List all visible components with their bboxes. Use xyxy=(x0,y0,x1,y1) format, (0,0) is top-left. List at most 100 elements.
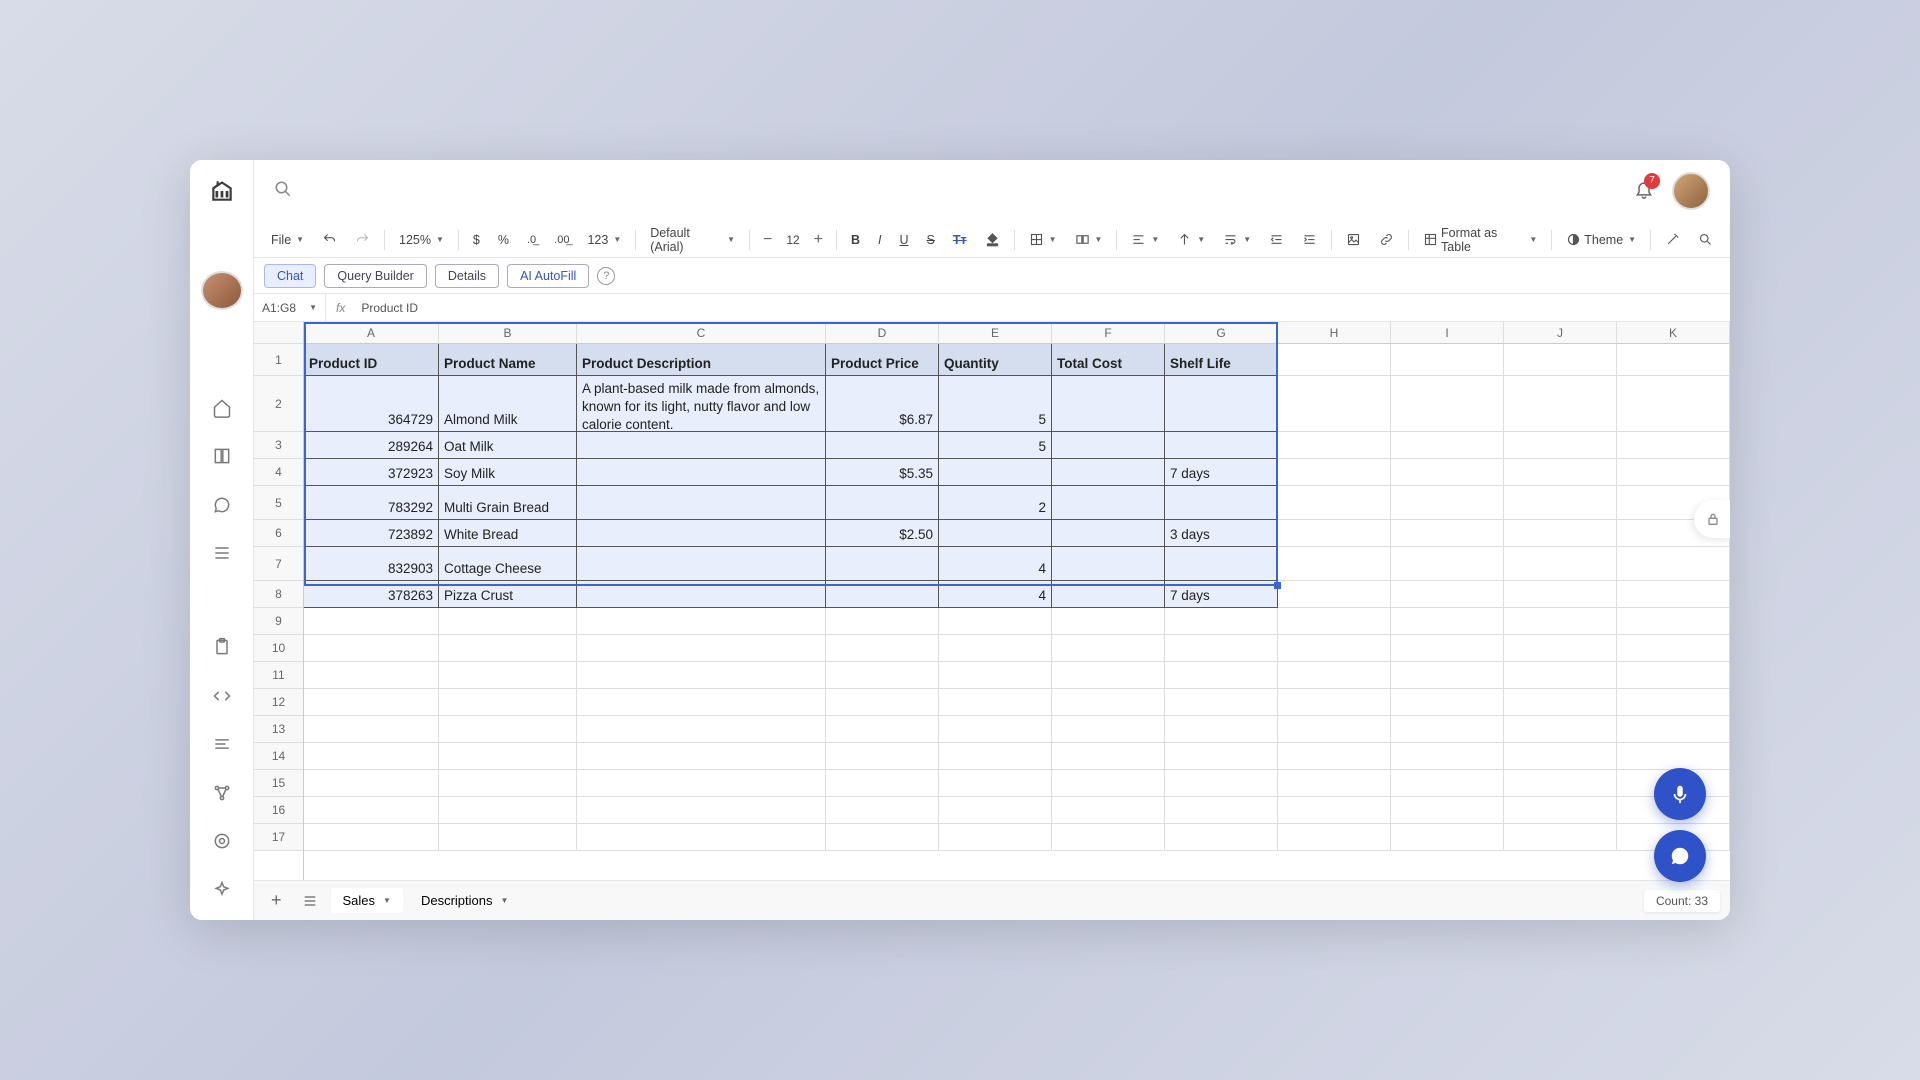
cell[interactable]: Product Price xyxy=(826,344,939,376)
cell[interactable] xyxy=(304,797,439,824)
cell[interactable] xyxy=(304,770,439,797)
font-dropdown[interactable]: Default (Arial)▼ xyxy=(643,223,742,257)
percent-button[interactable]: % xyxy=(491,230,516,250)
cell[interactable] xyxy=(1391,344,1504,376)
cell[interactable] xyxy=(577,547,826,581)
cell[interactable] xyxy=(826,486,939,520)
column-header[interactable]: H xyxy=(1278,322,1391,344)
cell[interactable]: 4 xyxy=(939,581,1052,608)
cell[interactable] xyxy=(826,432,939,459)
cell[interactable] xyxy=(1617,608,1730,635)
cell[interactable] xyxy=(1278,486,1391,520)
cell-reference-box[interactable]: A1:G8 ▼ xyxy=(254,294,326,321)
cell[interactable]: 2 xyxy=(939,486,1052,520)
cell[interactable] xyxy=(1391,662,1504,689)
cell[interactable] xyxy=(939,635,1052,662)
cell[interactable] xyxy=(577,432,826,459)
indent-decrease-button[interactable] xyxy=(1262,229,1291,250)
cell[interactable] xyxy=(439,689,577,716)
cell[interactable]: Quantity xyxy=(939,344,1052,376)
cell[interactable]: A plant-based milk made from almonds, kn… xyxy=(577,376,826,432)
cell[interactable] xyxy=(939,689,1052,716)
cell[interactable] xyxy=(577,635,826,662)
cell[interactable] xyxy=(1165,716,1278,743)
cell[interactable]: 783292 xyxy=(304,486,439,520)
cell[interactable] xyxy=(1504,635,1617,662)
format-as-table-button[interactable]: Format as Table▼ xyxy=(1416,223,1544,257)
cell[interactable] xyxy=(304,635,439,662)
cell[interactable] xyxy=(1504,344,1617,376)
cell[interactable]: Product ID xyxy=(304,344,439,376)
cell[interactable]: 832903 xyxy=(304,547,439,581)
cell[interactable] xyxy=(1391,797,1504,824)
text-rotate-button[interactable]: Tт xyxy=(946,230,974,250)
cell[interactable] xyxy=(1052,689,1165,716)
theme-button[interactable]: Theme▼ xyxy=(1559,229,1643,250)
cell[interactable] xyxy=(1165,689,1278,716)
cell[interactable]: $2.50 xyxy=(826,520,939,547)
column-header[interactable]: D xyxy=(826,322,939,344)
cell[interactable] xyxy=(1052,662,1165,689)
cell[interactable] xyxy=(939,770,1052,797)
cell[interactable] xyxy=(1504,743,1617,770)
cell[interactable] xyxy=(439,716,577,743)
cell[interactable] xyxy=(826,581,939,608)
text-icon[interactable] xyxy=(202,726,242,762)
cell[interactable] xyxy=(1504,547,1617,581)
cell[interactable] xyxy=(1391,376,1504,432)
cell[interactable]: Total Cost xyxy=(1052,344,1165,376)
cell[interactable] xyxy=(439,608,577,635)
cell[interactable] xyxy=(826,662,939,689)
decimal-decrease-button[interactable]: .0̲ xyxy=(520,231,543,249)
cell[interactable] xyxy=(1504,770,1617,797)
cell[interactable] xyxy=(939,662,1052,689)
cell[interactable] xyxy=(1617,581,1730,608)
column-header[interactable]: G xyxy=(1165,322,1278,344)
cell[interactable] xyxy=(1278,608,1391,635)
cell[interactable] xyxy=(1617,459,1730,486)
cell[interactable] xyxy=(1278,376,1391,432)
help-icon[interactable]: ? xyxy=(597,267,615,285)
row-header[interactable]: 4 xyxy=(254,459,303,486)
cell[interactable] xyxy=(1504,716,1617,743)
borders-button[interactable]: ▼ xyxy=(1022,229,1064,250)
column-header[interactable]: K xyxy=(1617,322,1730,344)
cell[interactable] xyxy=(1278,581,1391,608)
column-header[interactable]: C xyxy=(577,322,826,344)
cell[interactable] xyxy=(1165,662,1278,689)
cell[interactable] xyxy=(1165,824,1278,851)
indent-increase-button[interactable] xyxy=(1295,229,1324,250)
decimal-increase-button[interactable]: .00̲ xyxy=(547,231,576,249)
cell[interactable] xyxy=(1278,770,1391,797)
cell[interactable] xyxy=(1165,547,1278,581)
cell[interactable] xyxy=(939,520,1052,547)
cell[interactable] xyxy=(826,635,939,662)
cell[interactable]: 5 xyxy=(939,376,1052,432)
cell[interactable]: 4 xyxy=(939,547,1052,581)
home-icon[interactable] xyxy=(202,390,242,426)
cell[interactable] xyxy=(304,743,439,770)
row-header[interactable]: 16 xyxy=(254,797,303,824)
row-header[interactable]: 6 xyxy=(254,520,303,547)
cell[interactable] xyxy=(826,716,939,743)
cell[interactable] xyxy=(439,824,577,851)
clipboard-icon[interactable] xyxy=(202,629,242,665)
cell[interactable]: 289264 xyxy=(304,432,439,459)
selection-count[interactable]: Count: 33 xyxy=(1644,890,1720,912)
valign-button[interactable]: ▼ xyxy=(1170,229,1212,250)
row-header[interactable]: 8 xyxy=(254,581,303,608)
chat-fab[interactable] xyxy=(1654,830,1706,882)
cell[interactable] xyxy=(1278,824,1391,851)
redo-button[interactable] xyxy=(348,229,377,250)
cell[interactable] xyxy=(1391,770,1504,797)
cell[interactable]: 7 days xyxy=(1165,459,1278,486)
cell[interactable] xyxy=(1504,689,1617,716)
cell[interactable] xyxy=(577,797,826,824)
cell[interactable] xyxy=(1278,344,1391,376)
cell[interactable] xyxy=(1391,581,1504,608)
sparkle-icon[interactable] xyxy=(202,871,242,907)
cell[interactable] xyxy=(1165,770,1278,797)
cell[interactable] xyxy=(577,716,826,743)
cell[interactable] xyxy=(1052,459,1165,486)
cell[interactable] xyxy=(826,797,939,824)
